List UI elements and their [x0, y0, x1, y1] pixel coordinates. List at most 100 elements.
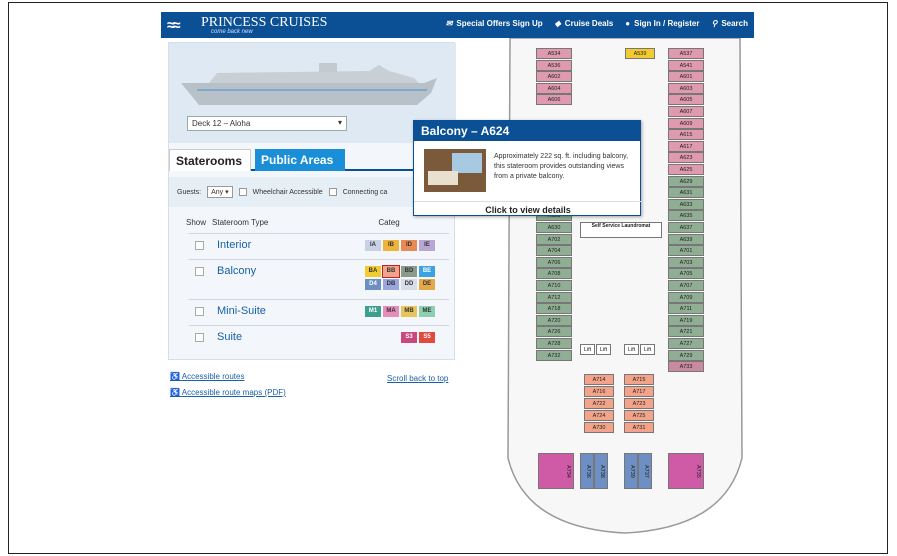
cabin-A739[interactable]: A739 — [624, 453, 638, 489]
room-type-row-balcony[interactable]: Balcony BA BB BD BE D4 DB DD DE — [189, 259, 449, 299]
accessible-routes-link[interactable]: ♿ Accessible routes — [170, 372, 286, 381]
cabin-A738[interactable]: A738 — [594, 453, 608, 489]
category-chip[interactable]: BE — [419, 266, 435, 277]
nav-cruise-deals[interactable]: ◆ Cruise Deals — [555, 19, 614, 28]
tab-staterooms[interactable]: Staterooms — [169, 149, 251, 171]
category-chip[interactable]: M1 — [365, 306, 381, 317]
cabin-A635[interactable]: A635 — [668, 210, 704, 222]
scroll-back-link[interactable]: Scroll back to top — [387, 374, 448, 383]
cabin-A731[interactable]: A731 — [624, 422, 654, 433]
guests-select[interactable]: Any ▾ — [207, 186, 233, 198]
cabin-A625[interactable]: A625 — [668, 164, 704, 175]
cabin-A631[interactable]: A631 — [668, 187, 704, 199]
cabin-A734[interactable]: A734 — [538, 453, 574, 489]
cabin-A706[interactable]: A706 — [536, 256, 572, 268]
cabin-A735[interactable]: A735 — [668, 453, 704, 489]
cabin-A710[interactable]: A710 — [536, 280, 572, 291]
category-chip[interactable]: ME — [419, 306, 435, 317]
cabin-A726[interactable]: A726 — [536, 326, 572, 338]
cabin-A605[interactable]: A605 — [668, 94, 704, 106]
cabin-A715[interactable]: A715 — [624, 374, 654, 385]
cabin-A711[interactable]: A711 — [668, 303, 704, 315]
nav-sign-in[interactable]: ● Sign In / Register — [625, 19, 699, 28]
cabin-A723[interactable]: A723 — [624, 398, 654, 409]
nav-search[interactable]: ⚲ Search — [711, 19, 748, 28]
cabin-A732[interactable]: A732 — [536, 349, 572, 361]
cabin-A541[interactable]: A541 — [668, 59, 704, 71]
cabin-A720[interactable]: A720 — [536, 314, 572, 326]
cabin-A604[interactable]: A604 — [536, 82, 572, 94]
cabin-A601[interactable]: A601 — [668, 71, 704, 83]
room-type-name[interactable]: Suite — [217, 331, 242, 343]
cabin-A718[interactable]: A718 — [536, 303, 572, 315]
cabin-popup[interactable]: Balcony – A624 Approximately 222 sq. ft.… — [413, 120, 642, 216]
cabin-A725[interactable]: A725 — [624, 410, 654, 421]
category-chip[interactable]: D4 — [365, 279, 381, 290]
room-type-row-interior[interactable]: Interior IA IB ID IE — [189, 233, 449, 259]
category-chip[interactable]: IB — [383, 240, 399, 251]
category-chip[interactable]: MA — [383, 306, 399, 317]
category-chip[interactable]: DB — [383, 279, 399, 290]
cabin-A602[interactable]: A602 — [536, 71, 572, 83]
cabin-A702[interactable]: A702 — [536, 233, 572, 245]
cabin-A633[interactable]: A633 — [668, 198, 704, 210]
category-chip[interactable]: ID — [401, 240, 417, 251]
connecting-checkbox[interactable] — [328, 188, 337, 196]
cabin-A714[interactable]: A714 — [584, 374, 614, 385]
cabin-A630[interactable]: A630 — [536, 222, 572, 233]
cabin-A721[interactable]: A721 — [668, 326, 704, 338]
view-details-link[interactable]: Click to view details — [414, 201, 642, 215]
room-type-name[interactable]: Mini-Suite — [217, 305, 266, 317]
cabin-A534[interactable]: A534 — [536, 48, 572, 59]
cabin-A606[interactable]: A606 — [536, 94, 572, 106]
show-checkbox[interactable] — [195, 307, 204, 316]
cabin-A712[interactable]: A712 — [536, 291, 572, 303]
cabin-A703[interactable]: A703 — [668, 256, 704, 268]
show-checkbox[interactable] — [195, 267, 204, 276]
cabin-A722[interactable]: A722 — [584, 398, 614, 409]
category-chip[interactable]: DD — [401, 279, 417, 290]
room-type-name[interactable]: Interior — [217, 239, 251, 251]
wheelchair-checkbox[interactable] — [238, 188, 247, 196]
cabin-A724[interactable]: A724 — [584, 410, 614, 421]
cabin-A727[interactable]: A727 — [668, 338, 704, 349]
cabin-A709[interactable]: A709 — [668, 291, 704, 303]
category-chip[interactable]: MB — [401, 306, 417, 317]
deck-dropdown[interactable]: Deck 12 – Aloha ▾ — [187, 116, 347, 131]
category-chip[interactable]: S3 — [401, 332, 417, 343]
cabin-A701[interactable]: A701 — [668, 245, 704, 257]
cabin-A609[interactable]: A609 — [668, 117, 704, 129]
cabin-A736[interactable]: A736 — [580, 453, 594, 489]
cabin-A707[interactable]: A707 — [668, 280, 704, 291]
cabin-A728[interactable]: A728 — [536, 338, 572, 349]
cabin-A717[interactable]: A717 — [624, 386, 654, 397]
cabin-A536[interactable]: A536 — [536, 59, 572, 71]
category-chip[interactable]: BB — [382, 265, 400, 278]
cabin-A629[interactable]: A629 — [668, 175, 704, 187]
room-type-row-suite[interactable]: Suite S3 S5 — [189, 325, 449, 351]
cabin-A539[interactable]: A539 — [625, 48, 655, 59]
cabin-A729[interactable]: A729 — [668, 349, 704, 361]
cabin-A537[interactable]: A537 — [668, 48, 704, 59]
cabin-A705[interactable]: A705 — [668, 268, 704, 280]
cabin-A716[interactable]: A716 — [584, 386, 614, 397]
room-type-name[interactable]: Balcony — [217, 265, 256, 277]
cabin-A708[interactable]: A708 — [536, 268, 572, 280]
cabin-A623[interactable]: A623 — [668, 152, 704, 164]
cabin-A637[interactable]: A637 — [668, 222, 704, 233]
show-checkbox[interactable] — [195, 333, 204, 342]
category-chip[interactable]: BA — [365, 266, 381, 277]
cabin-A603[interactable]: A603 — [668, 82, 704, 94]
category-chip[interactable]: S5 — [419, 332, 435, 343]
cabin-A639[interactable]: A639 — [668, 233, 704, 245]
cabin-A617[interactable]: A617 — [668, 140, 704, 152]
category-chip[interactable]: IE — [419, 240, 435, 251]
cabin-A730[interactable]: A730 — [584, 422, 614, 433]
tab-public-areas[interactable]: Public Areas — [255, 149, 345, 171]
room-type-row-mini-suite[interactable]: Mini-Suite M1 MA MB ME — [189, 299, 449, 325]
cabin-A607[interactable]: A607 — [668, 106, 704, 117]
nav-special-offers[interactable]: ✉ Special Offers Sign Up — [446, 19, 543, 28]
show-checkbox[interactable] — [195, 241, 204, 250]
category-chip[interactable]: DE — [419, 279, 435, 290]
cabin-A737[interactable]: A737 — [638, 453, 652, 489]
